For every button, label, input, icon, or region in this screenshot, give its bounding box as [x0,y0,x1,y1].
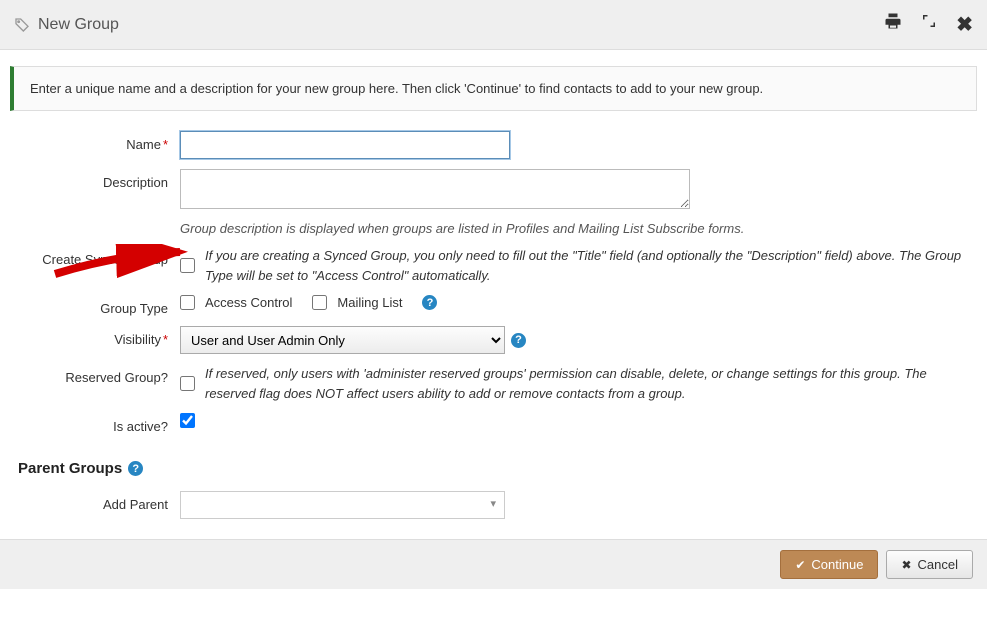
visibility-label: Visibility [114,332,161,347]
dialog-body: Enter a unique name and a description fo… [0,50,987,539]
parent-groups-help-icon[interactable]: ? [128,461,143,476]
required-marker: * [163,137,168,152]
active-checkbox[interactable] [180,413,195,428]
parent-groups-title: Parent Groups [18,460,122,477]
mailing-list-checkbox[interactable] [312,295,327,310]
name-input[interactable] [180,131,510,159]
tag-icon [14,17,30,33]
reserved-label: Reserved Group? [65,370,168,385]
reserved-checkbox[interactable] [180,376,195,391]
instruction-banner: Enter a unique name and a description fo… [10,66,977,111]
access-control-label: Access Control [205,295,292,310]
active-label: Is active? [113,419,168,434]
cancel-x-icon: ✖ [901,558,911,572]
visibility-help-icon[interactable]: ? [511,333,526,348]
add-parent-select[interactable] [180,491,505,519]
expand-icon[interactable] [920,12,938,30]
continue-button[interactable]: ✔ Continue [780,550,878,579]
required-marker: * [163,332,168,347]
name-label: Name [126,137,161,152]
group-type-label: Group Type [100,301,168,316]
dialog-header: New Group ✖ [0,0,987,50]
print-icon[interactable] [884,12,902,30]
dialog-footer: ✔ Continue ✖ Cancel [0,539,987,589]
description-input[interactable] [180,169,690,209]
group-type-help-icon[interactable]: ? [422,295,437,310]
continue-label: Continue [811,557,863,572]
access-control-checkbox[interactable] [180,295,195,310]
check-icon: ✔ [795,558,805,572]
new-group-dialog: New Group ✖ Enter a unique name and a de… [0,0,987,589]
mailing-list-label: Mailing List [337,295,402,310]
dialog-title: New Group [38,16,884,34]
synced-label: Create Synced Group [42,252,168,267]
description-help: Group description is displayed when grou… [180,221,977,236]
cancel-label: Cancel [918,557,958,572]
reserved-help: If reserved, only users with 'administer… [205,364,977,403]
close-icon[interactable]: ✖ [956,12,973,37]
synced-checkbox[interactable] [180,258,195,273]
cancel-button[interactable]: ✖ Cancel [886,550,973,579]
add-parent-label: Add Parent [103,497,168,512]
visibility-select[interactable]: User and User Admin Only [180,326,505,354]
synced-help: If you are creating a Synced Group, you … [205,246,977,285]
description-label: Description [103,175,168,190]
